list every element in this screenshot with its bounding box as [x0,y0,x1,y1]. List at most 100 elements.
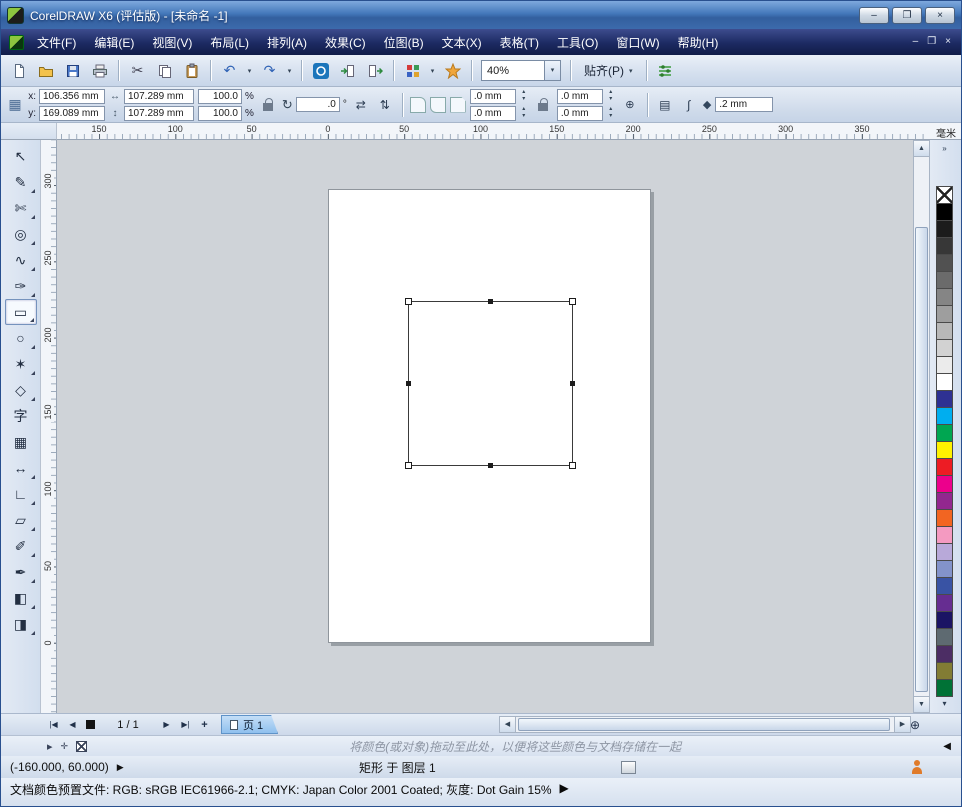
black[interactable] [936,203,953,221]
scale-horizontal-field[interactable]: 100.0 [198,89,242,104]
drawing-canvas[interactable] [57,140,913,713]
relative-corner-scaling-button[interactable] [620,95,640,115]
menu-file[interactable]: 文件(F) [28,31,85,54]
royal-blue[interactable] [936,577,953,595]
doc-restore-button[interactable]: ❐ [927,35,936,49]
tray-collapse-icon[interactable] [943,741,951,752]
fill-tool[interactable]: ◧ [5,585,37,611]
freehand-tool[interactable]: ∿ [5,247,37,273]
vertical-scroll-thumb[interactable] [915,227,928,692]
20-black[interactable] [936,339,953,357]
copy-button[interactable] [152,58,177,83]
tray-no-color-icon[interactable] [76,741,87,752]
membership-icon[interactable] [911,760,923,774]
ruler-origin-corner[interactable] [1,123,57,140]
orange[interactable] [936,509,953,527]
rectangle-tool[interactable]: ▭ [5,299,37,325]
pink[interactable] [936,526,953,544]
menu-tools[interactable]: 工具(O) [548,31,607,54]
last-page-button[interactable] [177,716,194,733]
horizontal-ruler[interactable]: 15010050050100150200250300350 毫米 [1,123,961,140]
smart-fill-tool[interactable]: ✑ [5,273,37,299]
text-tool[interactable]: 字 [5,403,37,429]
open-button[interactable] [33,58,58,83]
scroll-left-button[interactable] [500,717,516,732]
undo-button[interactable]: ↶ [217,58,242,83]
application-launcher-button[interactable] [400,58,425,83]
ellipse-tool[interactable]: ○ [5,325,37,351]
polygon-tool[interactable]: ✶ [5,351,37,377]
color-eyedropper-tool[interactable]: ✐ [5,533,37,559]
30-black[interactable] [936,322,953,340]
menu-window[interactable]: 窗口(W) [607,31,668,54]
basic-shapes-tool[interactable]: ◇ [5,377,37,403]
navy[interactable] [936,611,953,629]
tray-eyedropper-icon[interactable] [61,741,69,752]
snap-to-button[interactable]: 贴齐(P) [577,58,640,83]
lock-ratio-button[interactable] [258,95,278,115]
horizontal-scroll-thumb[interactable] [518,718,890,731]
coords-flyout-icon[interactable] [117,762,124,773]
first-page-button[interactable] [45,716,62,733]
10-black[interactable] [936,356,953,374]
spinner-icon[interactable] [606,89,616,103]
horizontal-scrollbar[interactable] [499,716,911,733]
90-black[interactable] [936,220,953,238]
mirror-vertical-button[interactable] [375,95,395,115]
plum[interactable] [936,645,953,663]
corel-connect-button[interactable] [308,58,333,83]
connector-tool[interactable]: ∟ [5,481,37,507]
selection-handle-right-middle[interactable] [570,381,575,386]
selection-handle-bottom-left[interactable] [405,462,412,469]
vertical-ruler[interactable]: 300250200150100500 [41,140,57,713]
crop-tool[interactable]: ✄ [5,195,37,221]
welcome-screen-button[interactable] [440,58,465,83]
chamfered-corner-button[interactable] [450,97,466,113]
menu-help[interactable]: 帮助(H) [669,31,728,54]
corner-radius-top-right-field[interactable]: .0 mm [557,89,603,104]
print-button[interactable] [87,58,112,83]
scale-vertical-field[interactable]: 100.0 [198,106,242,121]
selection-handle-top-left[interactable] [405,298,412,305]
selection-handle-top-middle[interactable] [488,299,493,304]
menu-layout[interactable]: 布局(L) [201,31,258,54]
zoom-level-select[interactable]: 40% [481,60,561,81]
page-tab[interactable]: 页 1 [221,715,278,734]
40-black[interactable] [936,305,953,323]
red[interactable] [936,458,953,476]
palette-scroll-down-icon[interactable] [936,697,953,710]
green[interactable] [936,424,953,442]
table-tool[interactable]: ▦ [5,429,37,455]
object-height-field[interactable]: 107.289 mm [124,106,194,121]
paste-button[interactable] [179,58,204,83]
window-minimize-button[interactable]: – [859,7,889,24]
redo-button[interactable]: ↷ [257,58,282,83]
zoom-fit-icon[interactable] [906,716,924,734]
doc-minimize-button[interactable]: – [913,35,919,49]
window-maximize-button[interactable]: ❐ [892,7,922,24]
magenta[interactable] [936,475,953,493]
mirror-horizontal-button[interactable] [351,95,371,115]
dimension-tool[interactable]: ↔ [5,455,37,481]
80-black[interactable] [936,237,953,255]
export-button[interactable] [362,58,387,83]
no-color[interactable] [936,186,953,204]
shape-tool[interactable]: ✎ [5,169,37,195]
menu-edit[interactable]: 编辑(E) [85,31,143,54]
cyan[interactable] [936,407,953,425]
forest-green[interactable] [936,679,953,697]
convert-to-curves-button[interactable] [679,95,699,115]
blue[interactable] [936,390,953,408]
corner-radius-top-left-field[interactable]: .0 mm [470,89,516,104]
slate[interactable] [936,628,953,646]
50-black[interactable] [936,288,953,306]
selection-handle-left-middle[interactable] [406,381,411,386]
spinner-icon[interactable] [519,106,529,120]
interactive-fill-tool[interactable]: ◨ [5,611,37,637]
corner-radius-bottom-right-field[interactable]: .0 mm [557,106,603,121]
object-width-field[interactable]: 107.289 mm [124,89,194,104]
70-black[interactable] [936,254,953,272]
palette-flyout-icon[interactable] [936,142,953,155]
scroll-up-button[interactable] [914,141,929,157]
save-button[interactable] [60,58,85,83]
